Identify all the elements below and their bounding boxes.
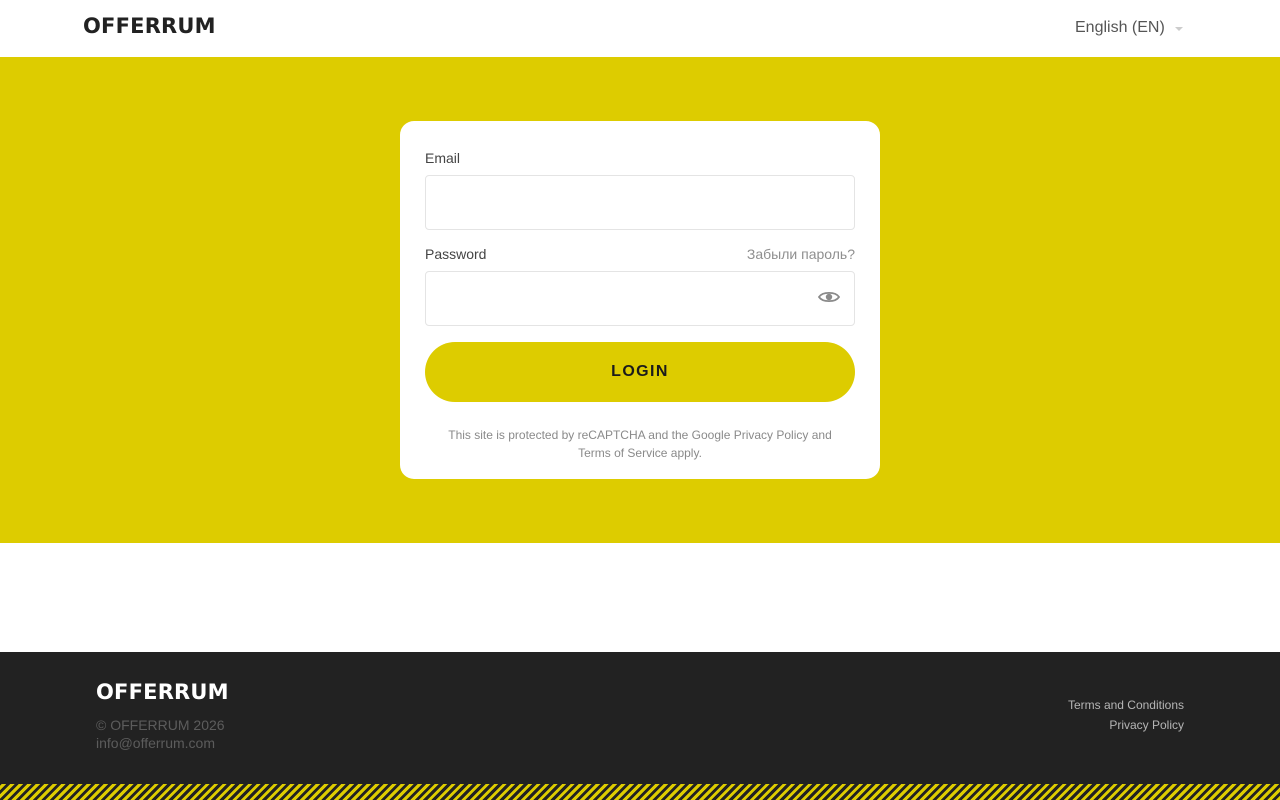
- login-card: Email Password Забыли пароль? LOGIN This…: [400, 121, 880, 479]
- recaptcha-text-prefix: This site is protected by reCAPTCHA and …: [448, 428, 734, 442]
- password-label: Password: [425, 246, 487, 262]
- footer-email-link[interactable]: info@offerrum.com: [96, 735, 215, 751]
- hazard-stripe-divider: [0, 784, 1280, 800]
- google-terms-link[interactable]: Terms of Service: [578, 446, 667, 460]
- eye-icon[interactable]: [816, 287, 842, 307]
- recaptcha-text-suffix: apply.: [667, 446, 702, 460]
- language-selector[interactable]: English (EN): [1075, 17, 1183, 39]
- email-field[interactable]: [425, 175, 855, 230]
- password-field[interactable]: [425, 271, 855, 326]
- footer-copyright: © OFFERRUM 2026: [96, 717, 225, 733]
- recaptcha-notice: This site is protected by reCAPTCHA and …: [440, 426, 840, 462]
- google-privacy-link[interactable]: Privacy Policy: [734, 428, 809, 442]
- footer-logo[interactable]: OFFERRUM: [96, 680, 229, 704]
- site-logo[interactable]: OFFERRUM: [83, 14, 216, 38]
- top-header: OFFERRUM English (EN): [0, 0, 1280, 57]
- site-footer: OFFERRUM © OFFERRUM 2026 info@offerrum.c…: [0, 652, 1280, 784]
- forgot-password-link[interactable]: Забыли пароль?: [747, 246, 855, 262]
- login-button[interactable]: LOGIN: [425, 342, 855, 402]
- recaptcha-text-and: and: [808, 428, 832, 442]
- footer-terms-link[interactable]: Terms and Conditions: [1068, 698, 1184, 712]
- chevron-down-icon: [1174, 27, 1183, 31]
- footer-privacy-link[interactable]: Privacy Policy: [1109, 718, 1184, 732]
- email-label: Email: [425, 150, 461, 166]
- language-label: English (EN): [1075, 19, 1165, 36]
